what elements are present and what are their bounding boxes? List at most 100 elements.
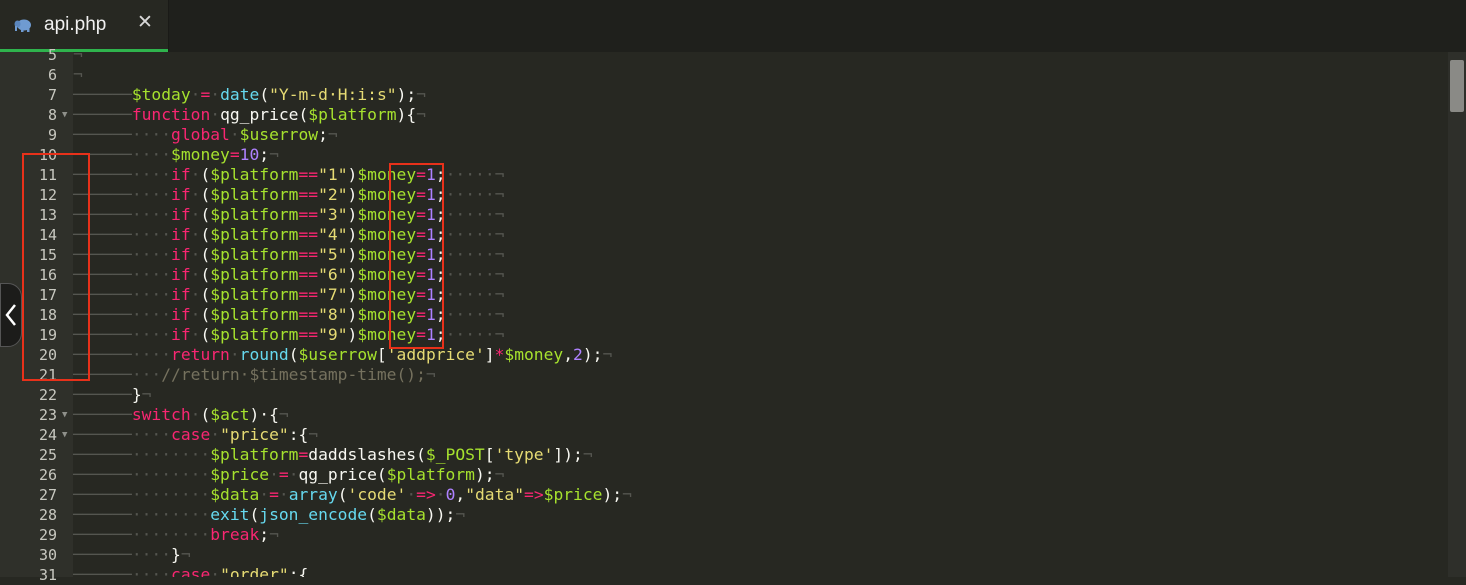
- line-number: 27: [38, 486, 57, 504]
- code-line[interactable]: ¬: [73, 65, 83, 85]
- code-token: ==: [298, 285, 319, 304]
- code-token: case: [171, 565, 211, 577]
- code-line[interactable]: ──────········$price·=·qg_price($platfor…: [73, 465, 504, 485]
- code-token: [: [376, 345, 387, 364]
- code-token: ]: [484, 345, 495, 364]
- code-token: ·····¬: [445, 285, 505, 304]
- code-token: ·: [210, 105, 221, 124]
- code-token: "3": [318, 205, 348, 224]
- code-token: ==: [298, 165, 319, 184]
- close-icon[interactable]: ✕: [137, 11, 153, 33]
- vertical-scrollbar[interactable]: [1448, 52, 1466, 577]
- fold-arrow-icon[interactable]: ▼: [62, 425, 69, 445]
- code-token: $platform: [210, 285, 299, 304]
- code-token: ──────····: [73, 125, 172, 144]
- code-token: );: [582, 345, 603, 364]
- code-token: ──────: [73, 405, 132, 424]
- code-line[interactable]: ¬: [73, 52, 83, 65]
- line-number: 24: [38, 426, 57, 444]
- tab-bar: api.php ✕: [0, 0, 1466, 52]
- code-token: )·{: [249, 405, 279, 424]
- code-line[interactable]: ──────········$data·=·array('code'·=>·0,…: [73, 485, 632, 505]
- line-number: 29: [38, 526, 57, 544]
- code-token: case: [171, 425, 211, 444]
- code-token: ·····¬: [445, 185, 505, 204]
- code-line[interactable]: ──────····return·round($userrow['addpric…: [73, 345, 612, 365]
- code-token: array: [288, 485, 338, 504]
- code-token: if: [171, 225, 191, 244]
- code-line[interactable]: ──────····$money=10;¬: [73, 145, 279, 165]
- code-token: ──────········: [73, 525, 211, 544]
- line-number: 23: [38, 406, 57, 424]
- code-token: ¬: [269, 525, 279, 544]
- tab-divider: [168, 0, 169, 52]
- code-token: ·: [190, 85, 201, 104]
- code-token: *: [494, 345, 505, 364]
- code-token: "9": [318, 325, 348, 344]
- code-token: ¬: [602, 345, 613, 364]
- line-number: 7: [47, 86, 57, 104]
- code-token: if: [171, 165, 191, 184]
- code-token: ·: [435, 485, 446, 504]
- code-token: $data: [376, 505, 426, 524]
- code-token: ·: [190, 325, 201, 344]
- code-token: ]);: [553, 445, 583, 464]
- scrollbar-thumb[interactable]: [1450, 60, 1464, 112]
- code-token: exit: [210, 505, 250, 524]
- code-token: "2": [318, 185, 348, 204]
- line-number: 6: [47, 66, 57, 84]
- fold-arrow-icon[interactable]: ▼: [62, 105, 69, 125]
- code-editor[interactable]: ¬ ¬ ──────$today·=·date("Y-m-d·H:i:s");¬ ──…: [73, 52, 1448, 577]
- code-token: ): [347, 265, 358, 284]
- code-token: if: [171, 265, 191, 284]
- code-token: "price": [220, 425, 289, 444]
- code-token: =>: [524, 485, 544, 504]
- code-token: ¬: [141, 385, 152, 404]
- code-token: (: [200, 205, 211, 224]
- code-token: $price: [210, 465, 270, 484]
- code-token: =: [298, 445, 309, 464]
- code-token: ==: [298, 225, 319, 244]
- code-line[interactable]: ──────····}¬: [73, 545, 191, 565]
- code-line[interactable]: ──────········exit(json_encode($data));¬: [73, 505, 465, 525]
- chevron-left-icon: [5, 304, 16, 326]
- code-token: ·: [259, 485, 270, 504]
- highlight-box-line-numbers: [22, 153, 90, 381]
- code-line[interactable]: ──────········break;¬: [73, 525, 279, 545]
- code-token: "6": [318, 265, 348, 284]
- code-line[interactable]: ──────····case·"order":{: [73, 565, 308, 577]
- code-token: [: [484, 445, 495, 464]
- code-line[interactable]: ──────····case·"price":{¬: [73, 425, 318, 445]
- code-token: :{: [288, 425, 309, 444]
- code-token: ;: [259, 145, 270, 164]
- line-number: 26: [38, 466, 57, 484]
- line-number: 22: [38, 386, 57, 404]
- code-token: $today: [131, 85, 191, 104]
- code-token: (: [259, 85, 270, 104]
- code-token: ·····¬: [445, 165, 505, 184]
- code-line[interactable]: ──────function·qg_price($platform){¬: [73, 105, 426, 125]
- code-token: ──────: [73, 385, 132, 404]
- code-token: "1": [318, 165, 348, 184]
- code-line[interactable]: ──────$today·=·date("Y-m-d·H:i:s");¬: [73, 85, 426, 105]
- code-line[interactable]: ──────switch·($act)·{¬: [73, 405, 289, 425]
- code-token: $platform: [210, 325, 299, 344]
- code-token: ¬: [416, 105, 426, 124]
- code-line[interactable]: ──────········$platform=daddslashes($_PO…: [73, 445, 593, 465]
- code-token: ·: [190, 225, 201, 244]
- code-token: function: [131, 105, 211, 124]
- code-token: ): [347, 165, 358, 184]
- code-token: =: [200, 85, 211, 104]
- fold-arrow-icon[interactable]: ▼: [62, 405, 69, 425]
- code-line[interactable]: ──────····global·$userrow;¬: [73, 125, 338, 145]
- code-token: ==: [298, 245, 319, 264]
- code-token: (: [200, 245, 211, 264]
- sidebar-toggle-handle[interactable]: [0, 283, 22, 347]
- code-token: ¬: [425, 365, 436, 384]
- code-token: //return·$timestamp-time();: [161, 365, 426, 384]
- highlight-box-money-values: [389, 163, 444, 349]
- code-line[interactable]: ──────}¬: [73, 385, 151, 405]
- code-token: (: [200, 165, 211, 184]
- code-token: if: [171, 305, 191, 324]
- code-line[interactable]: ──────···//return·$timestamp-time();¬: [73, 365, 436, 385]
